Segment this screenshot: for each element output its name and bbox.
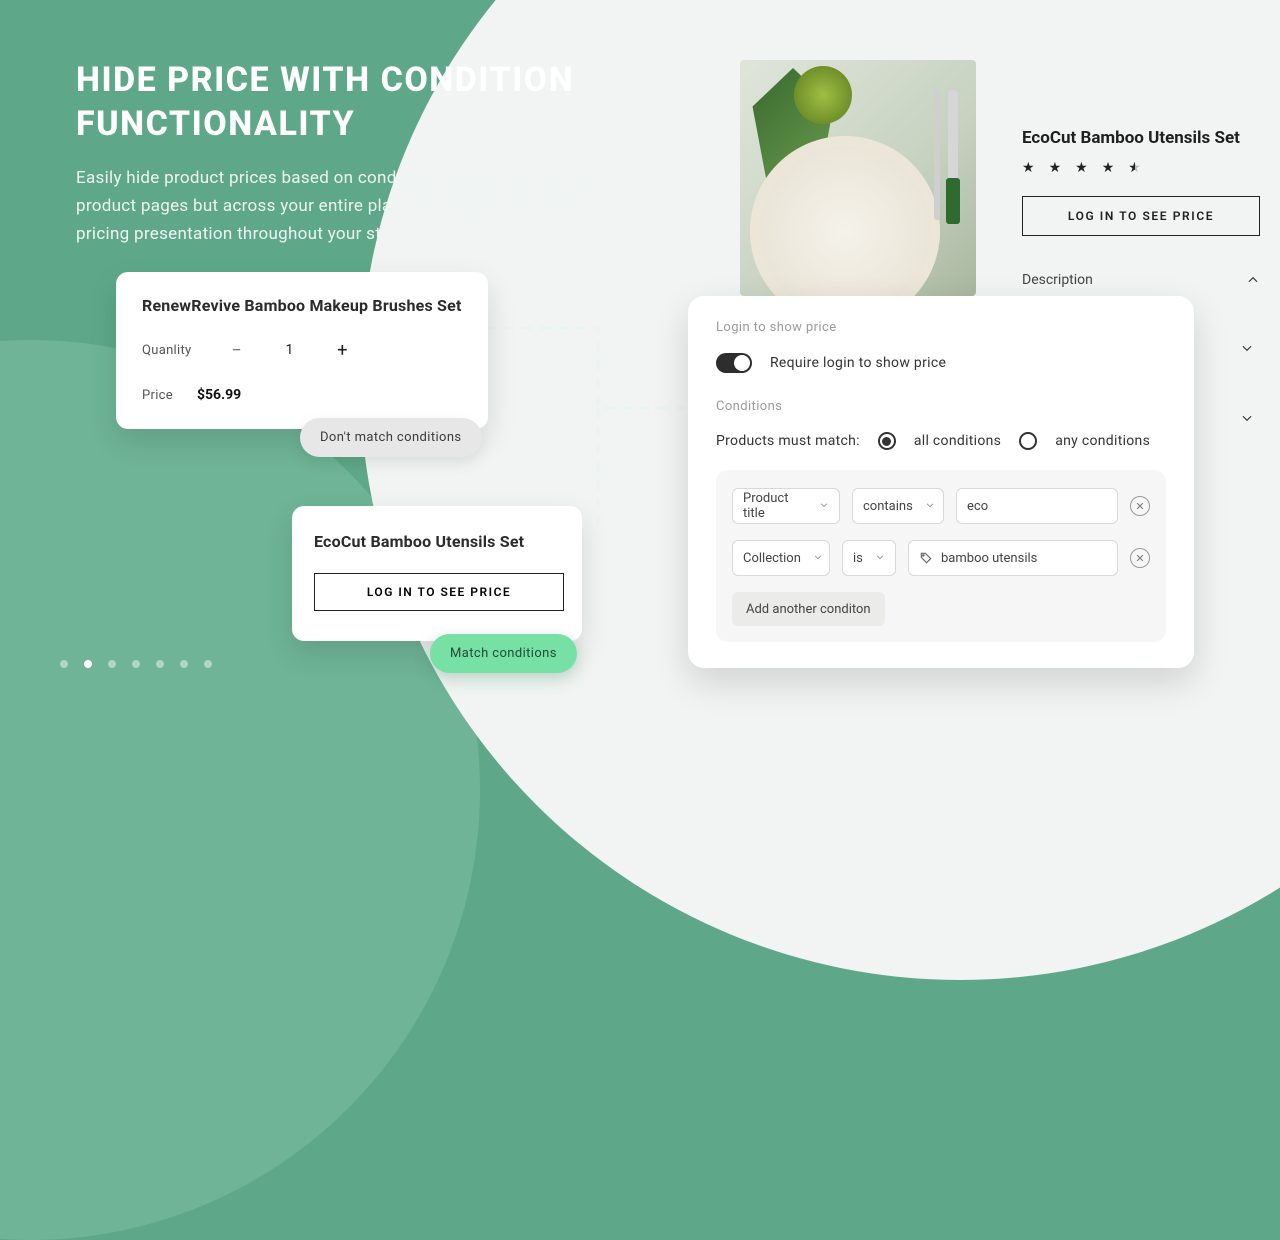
tag-icon: [919, 551, 933, 565]
conditions-panel: Login to show price Require login to sho…: [688, 296, 1194, 668]
radio-any-conditions[interactable]: [1019, 432, 1037, 450]
value-input-text: eco: [967, 499, 988, 514]
accordion-row[interactable]: [1240, 340, 1260, 359]
chevron-down-icon: [819, 499, 829, 514]
qty-plus-button[interactable]: +: [333, 341, 351, 359]
carousel-dots: [60, 660, 212, 668]
conditions-list: Product title contains eco ✕ Collection …: [716, 470, 1166, 642]
field-select[interactable]: Product title: [732, 488, 840, 524]
value-input-text: bamboo utensils: [941, 551, 1037, 566]
star-icon: ★: [1075, 160, 1088, 176]
login-to-see-price-button[interactable]: LOG IN TO SEE PRICE: [1022, 196, 1260, 236]
qty-stepper: − 1 +: [228, 341, 352, 359]
knife-handle-decor: [946, 178, 960, 224]
value-input[interactable]: eco: [956, 488, 1118, 524]
hero: HIDE PRICE WITH CONDITION FUNCTIONALITY …: [76, 58, 636, 249]
star-icon: ★: [1049, 160, 1062, 176]
condition-row: Product title contains eco ✕: [732, 488, 1150, 524]
value-tag-input[interactable]: bamboo utensils: [908, 540, 1118, 576]
chevron-down-icon: [925, 499, 935, 514]
require-login-toggle[interactable]: [716, 353, 752, 373]
star-icon: ★: [1022, 160, 1035, 176]
section-conditions-label: Conditions: [716, 399, 1166, 414]
accordion-label: Description: [1022, 272, 1093, 288]
carousel-dot[interactable]: [180, 660, 188, 668]
product-card-match: EcoCut Bamboo Utensils Set LOG IN TO SEE…: [292, 506, 582, 641]
toggle-label: Require login to show price: [770, 355, 946, 371]
qty-minus-button[interactable]: −: [228, 341, 246, 359]
rating-stars: ★ ★ ★ ★ ★★: [1022, 160, 1260, 176]
chevron-down-icon: [813, 551, 823, 566]
field-select-value: Product title: [743, 491, 807, 521]
product-name: EcoCut Bamboo Utensils Set: [1022, 128, 1260, 148]
accordion-description[interactable]: Description: [1022, 266, 1260, 294]
operator-select-value: is: [853, 551, 863, 566]
star-icon: ★: [1102, 160, 1115, 176]
glass-decor: [794, 66, 852, 124]
fork-decor: [934, 90, 940, 220]
carousel-dot[interactable]: [132, 660, 140, 668]
match-chip: Match conditions: [430, 634, 577, 673]
product-title: EcoCut Bamboo Utensils Set: [314, 532, 560, 551]
chevron-up-icon: [1246, 273, 1260, 287]
qty-value: 1: [286, 342, 294, 358]
accordion-row[interactable]: [1240, 410, 1260, 429]
field-select-value: Collection: [743, 551, 801, 566]
price-label: Price: [142, 388, 173, 403]
remove-condition-button[interactable]: ✕: [1130, 548, 1150, 568]
radio-all-label: all conditions: [914, 433, 1001, 449]
no-match-chip: Don't match conditions: [300, 418, 482, 457]
product-card-no-match: RenewRevive Bamboo Makeup Brushes Set Qu…: [116, 272, 488, 429]
remove-condition-button[interactable]: ✕: [1130, 496, 1150, 516]
match-label: Products must match:: [716, 433, 860, 449]
product-title: RenewRevive Bamboo Makeup Brushes Set: [142, 296, 462, 315]
price-value: $56.99: [197, 387, 241, 403]
carousel-dot[interactable]: [108, 660, 116, 668]
operator-select-value: contains: [863, 499, 913, 514]
field-select[interactable]: Collection: [732, 540, 830, 576]
carousel-dot[interactable]: [204, 660, 212, 668]
qty-label: Quanlity: [142, 343, 192, 358]
carousel-dot[interactable]: [156, 660, 164, 668]
carousel-dot[interactable]: [84, 660, 92, 668]
product-image: [740, 60, 976, 296]
login-to-see-price-button[interactable]: LOG IN TO SEE PRICE: [314, 573, 564, 611]
hero-title: HIDE PRICE WITH CONDITION FUNCTIONALITY: [76, 58, 636, 146]
section-login-label: Login to show price: [716, 320, 1166, 335]
radio-any-label: any conditions: [1055, 433, 1150, 449]
star-half-icon: ★★: [1128, 160, 1142, 176]
operator-select[interactable]: contains: [852, 488, 944, 524]
hero-desc: Easily hide product prices based on cond…: [76, 164, 636, 248]
carousel-dot[interactable]: [60, 660, 68, 668]
product-detail: EcoCut Bamboo Utensils Set ★ ★ ★ ★ ★★ LO…: [1022, 128, 1260, 294]
operator-select[interactable]: is: [842, 540, 896, 576]
chevron-down-icon: [875, 551, 885, 566]
radio-all-conditions[interactable]: [878, 432, 896, 450]
add-condition-button[interactable]: Add another conditon: [732, 592, 885, 626]
condition-row: Collection is bamboo utensils ✕: [732, 540, 1150, 576]
